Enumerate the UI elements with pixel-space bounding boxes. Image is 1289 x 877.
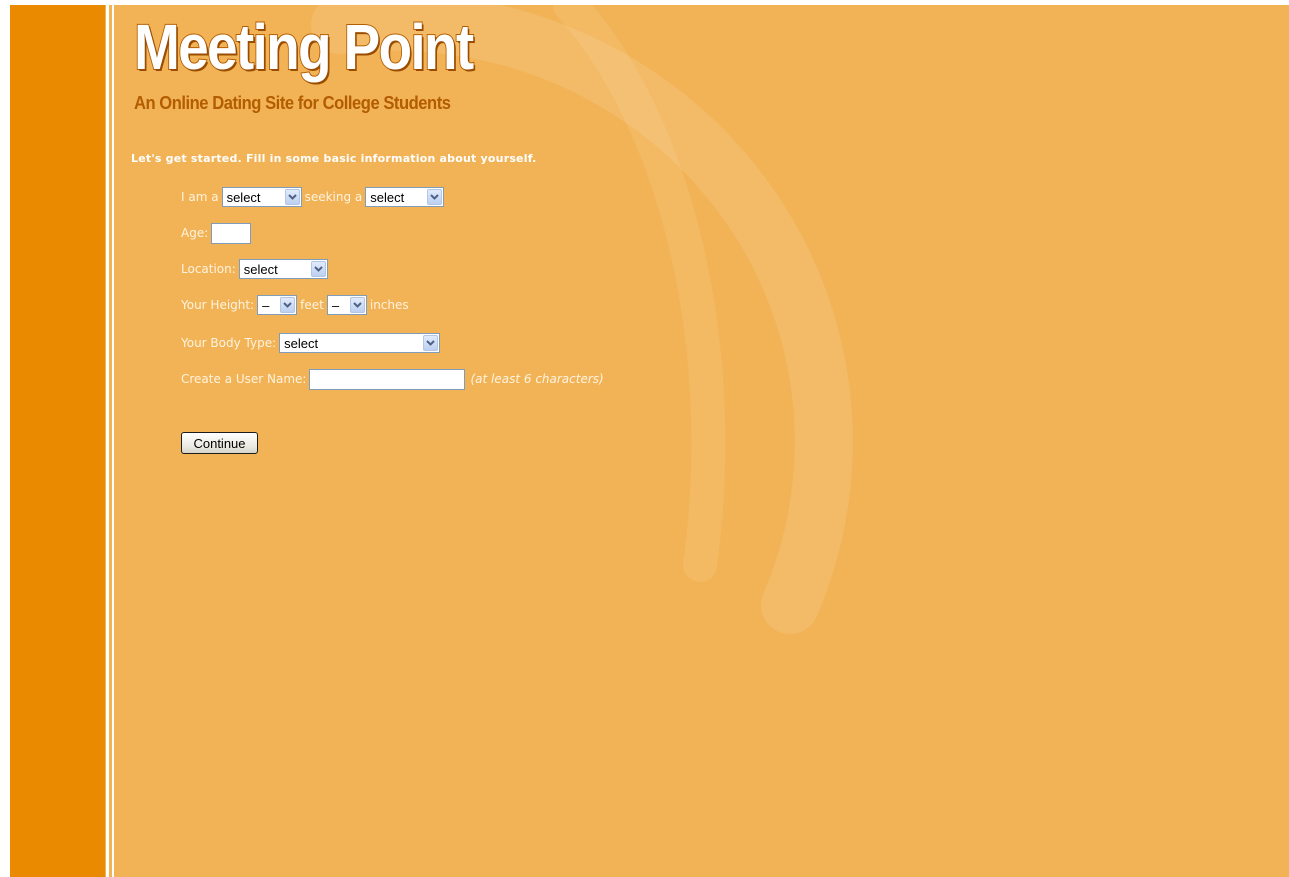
height-label: Your Height: — [181, 298, 255, 312]
divider-stripe — [106, 5, 109, 877]
left-sidebar-bar — [10, 5, 105, 877]
gender-select[interactable]: select — [221, 187, 302, 207]
chevron-down-icon[interactable] — [427, 189, 443, 205]
height-inches-value: – — [331, 297, 340, 313]
chevron-down-icon[interactable] — [349, 297, 365, 313]
username-input[interactable] — [309, 368, 466, 390]
chevron-down-icon[interactable] — [284, 189, 300, 205]
location-row: Location: select — [181, 258, 328, 280]
seeking-select[interactable]: select — [365, 187, 445, 207]
gender-label: I am a — [181, 190, 219, 204]
height-row: Your Height: – feet – inches — [181, 294, 412, 316]
username-hint: (at least 6 characters) — [470, 372, 604, 386]
height-inches-select[interactable]: – — [326, 295, 367, 315]
location-label: Location: — [181, 262, 236, 276]
divider-stripe — [112, 5, 114, 877]
age-label: Age: — [181, 226, 209, 240]
body-type-row: Your Body Type: select — [181, 332, 441, 354]
body-type-label: Your Body Type: — [181, 336, 277, 350]
inches-unit-label: inches — [369, 298, 409, 312]
height-feet-select[interactable]: – — [257, 295, 298, 315]
chevron-down-icon[interactable] — [310, 261, 326, 277]
location-select[interactable]: select — [238, 259, 328, 279]
seeking-select-value: select — [370, 189, 405, 205]
location-select-value: select — [243, 261, 278, 277]
page: Meeting Point An Online Dating Site for … — [10, 5, 1289, 877]
seeking-label: seeking a — [304, 190, 363, 204]
body-type-select-value: select — [284, 335, 319, 351]
continue-button[interactable]: Continue — [181, 432, 258, 454]
age-row: Age: — [181, 222, 252, 244]
age-input[interactable] — [211, 222, 252, 244]
intro-text: Let's get started. Fill in some basic in… — [131, 152, 537, 165]
feet-unit-label: feet — [300, 298, 324, 312]
site-tagline: An Online Dating Site for College Studen… — [134, 93, 451, 113]
gender-row: I am a select seeking a select — [181, 186, 445, 208]
site-logo: Meeting Point — [133, 10, 475, 84]
username-label: Create a User Name: — [181, 372, 307, 386]
username-row: Create a User Name: (at least 6 characte… — [181, 368, 604, 390]
chevron-down-icon[interactable] — [280, 297, 296, 313]
height-feet-value: – — [262, 297, 270, 313]
chevron-down-icon[interactable] — [423, 335, 439, 351]
body-type-select[interactable]: select — [279, 333, 441, 353]
gender-select-value: select — [226, 189, 261, 205]
